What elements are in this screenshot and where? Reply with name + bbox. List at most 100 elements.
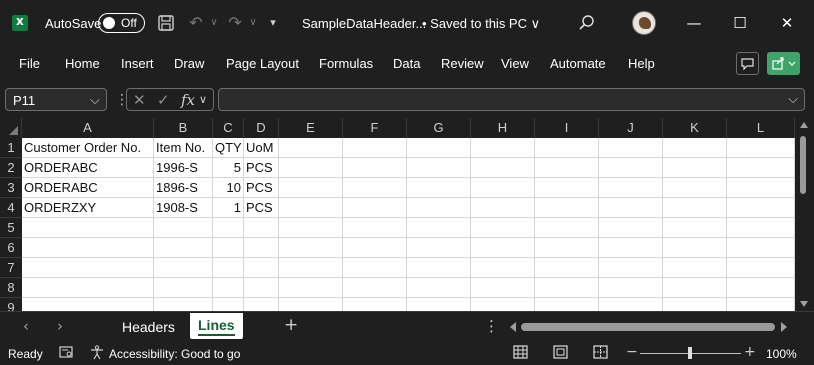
row-header-2[interactable]: 2 bbox=[0, 158, 22, 178]
column-header-l[interactable]: L bbox=[727, 118, 795, 138]
chevron-down-icon[interactable]: ⌵ bbox=[90, 92, 100, 108]
cell-a8[interactable] bbox=[22, 278, 154, 298]
tab-page-layout[interactable]: Page Layout bbox=[226, 56, 299, 71]
cell-l9[interactable] bbox=[727, 298, 795, 311]
horizontal-scrollbar[interactable] bbox=[521, 323, 775, 331]
tab-home[interactable]: Home bbox=[65, 56, 100, 71]
expand-formula-icon[interactable]: ⌵ bbox=[788, 91, 798, 107]
cell-f6[interactable] bbox=[343, 238, 407, 258]
cell-h4[interactable] bbox=[471, 198, 535, 218]
row-header-6[interactable]: 6 bbox=[0, 238, 22, 258]
cell-c5[interactable] bbox=[213, 218, 244, 238]
cell-l2[interactable] bbox=[727, 158, 795, 178]
tab-view[interactable]: View bbox=[501, 56, 529, 71]
column-header-f[interactable]: F bbox=[343, 118, 407, 138]
customize-qat-icon[interactable]: ▾ bbox=[266, 12, 280, 34]
cell-g8[interactable] bbox=[407, 278, 471, 298]
minimize-icon[interactable]: — bbox=[683, 12, 705, 34]
cell-k1[interactable] bbox=[663, 138, 727, 158]
tab-draw[interactable]: Draw bbox=[174, 56, 204, 71]
sheet-tab-headers[interactable]: Headers bbox=[122, 319, 175, 335]
cell-b5[interactable] bbox=[154, 218, 213, 238]
cell-j1[interactable] bbox=[599, 138, 663, 158]
cell-i4[interactable] bbox=[535, 198, 599, 218]
cell-l7[interactable] bbox=[727, 258, 795, 278]
cell-f5[interactable] bbox=[343, 218, 407, 238]
sheet-tab-lines[interactable]: Lines bbox=[190, 313, 243, 339]
chevron-down-icon[interactable]: ∨ bbox=[199, 93, 207, 106]
cell-a9[interactable] bbox=[22, 298, 154, 311]
cell-l3[interactable] bbox=[727, 178, 795, 198]
cell-f3[interactable] bbox=[343, 178, 407, 198]
cell-j4[interactable] bbox=[599, 198, 663, 218]
cell-e1[interactable] bbox=[279, 138, 343, 158]
scroll-left-icon[interactable] bbox=[510, 322, 516, 332]
comments-button[interactable] bbox=[736, 52, 759, 75]
tab-review[interactable]: Review bbox=[441, 56, 484, 71]
cell-l8[interactable] bbox=[727, 278, 795, 298]
cell-b1[interactable]: Item No. bbox=[154, 138, 213, 158]
row-header-7[interactable]: 7 bbox=[0, 258, 22, 278]
cell-d3[interactable]: PCS bbox=[244, 178, 279, 198]
undo-dropdown-icon[interactable]: ∨ bbox=[208, 12, 220, 34]
cell-g2[interactable] bbox=[407, 158, 471, 178]
cell-b8[interactable] bbox=[154, 278, 213, 298]
column-header-k[interactable]: K bbox=[663, 118, 727, 138]
normal-view-icon[interactable] bbox=[513, 345, 528, 363]
cell-b9[interactable] bbox=[154, 298, 213, 311]
cell-e5[interactable] bbox=[279, 218, 343, 238]
cell-g7[interactable] bbox=[407, 258, 471, 278]
scroll-up-icon[interactable] bbox=[800, 122, 808, 128]
cell-c9[interactable] bbox=[213, 298, 244, 311]
column-header-a[interactable]: A bbox=[22, 118, 154, 138]
cell-b7[interactable] bbox=[154, 258, 213, 278]
cancel-icon[interactable]: ✕ bbox=[133, 91, 146, 109]
row-header-1[interactable]: 1 bbox=[0, 138, 22, 158]
column-header-e[interactable]: E bbox=[279, 118, 343, 138]
cell-h5[interactable] bbox=[471, 218, 535, 238]
cell-d1[interactable]: UoM bbox=[244, 138, 279, 158]
cell-k2[interactable] bbox=[663, 158, 727, 178]
cell-e3[interactable] bbox=[279, 178, 343, 198]
cell-j5[interactable] bbox=[599, 218, 663, 238]
select-all-button[interactable] bbox=[0, 118, 22, 138]
cell-b3[interactable]: 1896-S bbox=[154, 178, 213, 198]
row-header-3[interactable]: 3 bbox=[0, 178, 22, 198]
cell-d9[interactable] bbox=[244, 298, 279, 311]
tab-formulas[interactable]: Formulas bbox=[319, 56, 373, 71]
cell-i6[interactable] bbox=[535, 238, 599, 258]
cell-a6[interactable] bbox=[22, 238, 154, 258]
cell-k5[interactable] bbox=[663, 218, 727, 238]
column-header-j[interactable]: J bbox=[599, 118, 663, 138]
cell-l5[interactable] bbox=[727, 218, 795, 238]
cell-i3[interactable] bbox=[535, 178, 599, 198]
cell-k6[interactable] bbox=[663, 238, 727, 258]
sheet-next-icon[interactable]: › bbox=[57, 317, 63, 335]
cell-c4[interactable]: 1 bbox=[213, 198, 244, 218]
cell-f7[interactable] bbox=[343, 258, 407, 278]
cell-d4[interactable]: PCS bbox=[244, 198, 279, 218]
cell-e9[interactable] bbox=[279, 298, 343, 311]
cell-a3[interactable]: ORDERABC bbox=[22, 178, 154, 198]
cell-b6[interactable] bbox=[154, 238, 213, 258]
cell-h1[interactable] bbox=[471, 138, 535, 158]
share-button[interactable] bbox=[767, 52, 800, 75]
cell-c7[interactable] bbox=[213, 258, 244, 278]
cell-a7[interactable] bbox=[22, 258, 154, 278]
cell-i1[interactable] bbox=[535, 138, 599, 158]
cell-i8[interactable] bbox=[535, 278, 599, 298]
cell-a1[interactable]: Customer Order No. bbox=[22, 138, 154, 158]
page-break-view-icon[interactable] bbox=[593, 345, 608, 363]
cell-f2[interactable] bbox=[343, 158, 407, 178]
scroll-right-icon[interactable] bbox=[781, 322, 787, 332]
cell-f8[interactable] bbox=[343, 278, 407, 298]
cell-e8[interactable] bbox=[279, 278, 343, 298]
cell-b4[interactable]: 1908-S bbox=[154, 198, 213, 218]
zoom-out-icon[interactable]: − bbox=[626, 344, 638, 360]
column-header-g[interactable]: G bbox=[407, 118, 471, 138]
cell-h6[interactable] bbox=[471, 238, 535, 258]
autosave-toggle[interactable]: Off bbox=[98, 13, 145, 33]
search-icon[interactable] bbox=[577, 12, 597, 34]
tab-insert[interactable]: Insert bbox=[121, 56, 154, 71]
cell-k4[interactable] bbox=[663, 198, 727, 218]
